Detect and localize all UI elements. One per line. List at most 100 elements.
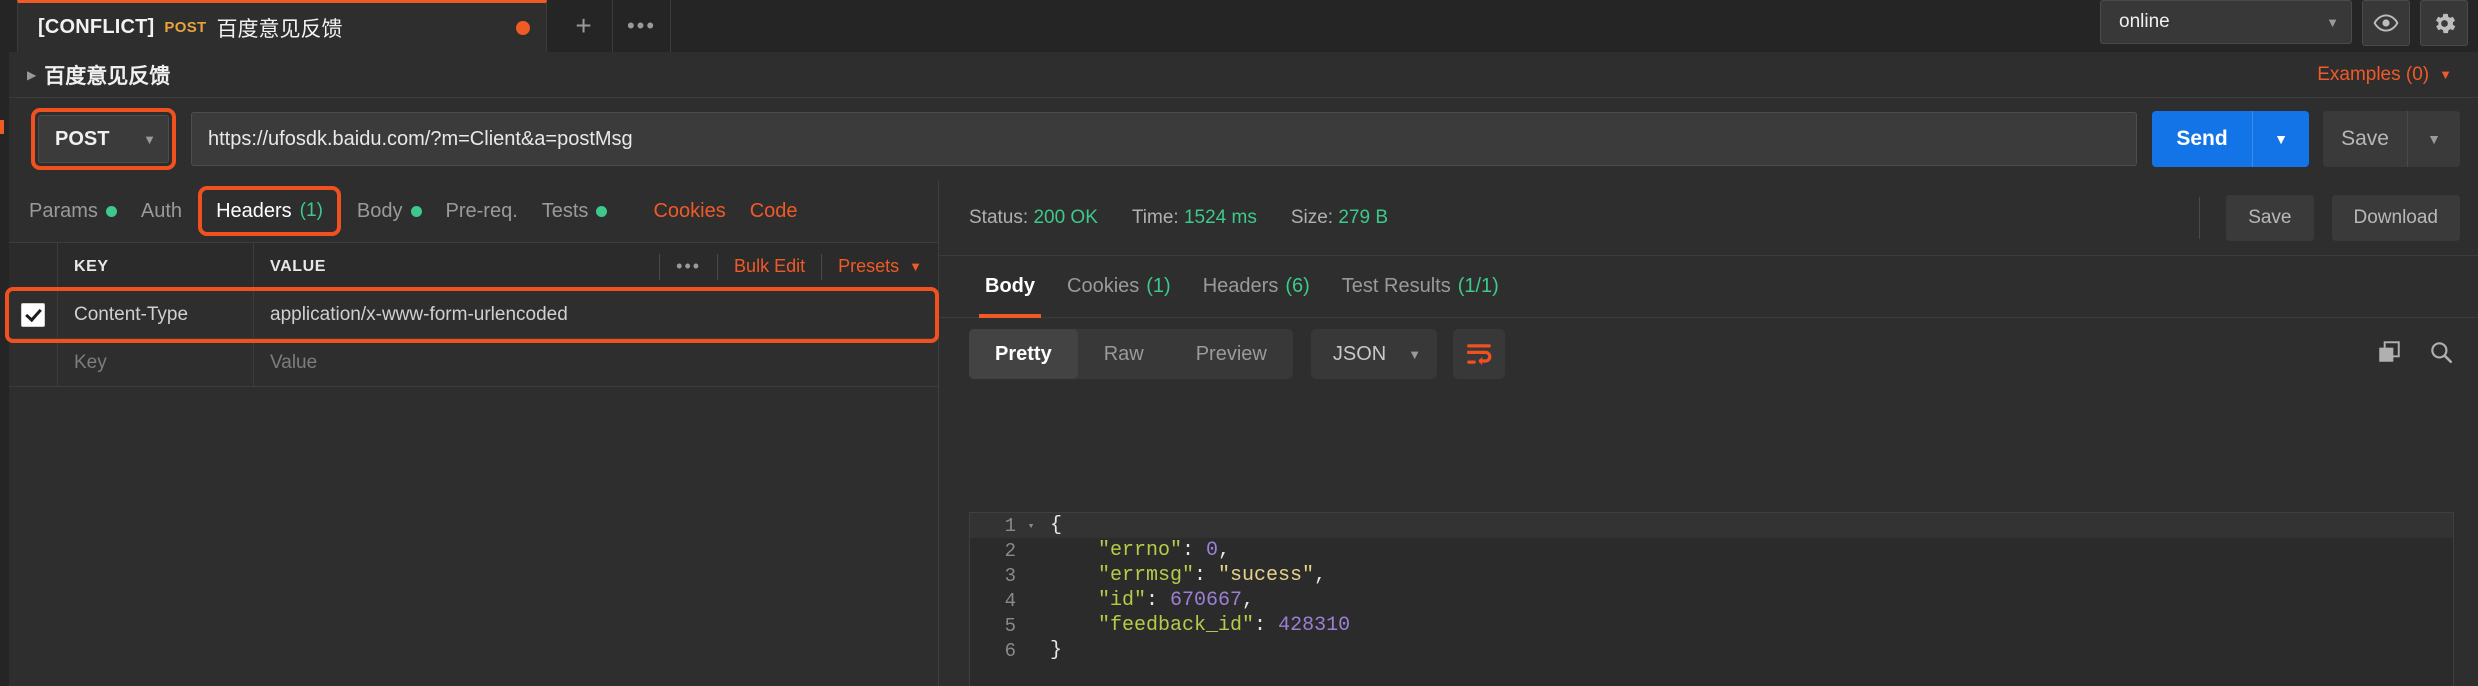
code-line-text: "feedback_id": 428310 xyxy=(1040,614,1350,637)
code-token: { xyxy=(1050,514,1063,537)
line-number: 5 xyxy=(1004,614,1016,637)
word-wrap-button[interactable] xyxy=(1453,329,1506,379)
view-mode-raw[interactable]: Raw xyxy=(1078,329,1170,379)
chevron-down-icon: ▼ xyxy=(1408,346,1422,362)
tab-overflow-button[interactable]: ••• xyxy=(613,0,671,52)
chevron-down-icon: ▼ xyxy=(2326,14,2339,30)
send-button[interactable]: Send xyxy=(2152,111,2252,167)
chevron-right-icon[interactable]: ▶ xyxy=(27,68,36,82)
presets-dropdown[interactable]: Presets ▼ xyxy=(821,253,938,280)
response-tab-cookies[interactable]: Cookies (1) xyxy=(1051,256,1187,318)
header-value-input[interactable]: application/x-www-form-urlencoded xyxy=(254,291,938,338)
request-tab-prereq[interactable]: Pre-req. xyxy=(434,180,530,242)
empty-row-checkbox-cell xyxy=(9,339,58,386)
save-response-button[interactable]: Save xyxy=(2226,194,2314,241)
plus-icon: + xyxy=(575,10,592,41)
send-button-group: Send ▼ xyxy=(2152,111,2309,167)
line-number: 4 xyxy=(1004,589,1016,612)
method-highlight-annotation: POST ▼ xyxy=(31,108,176,170)
request-tab-code[interactable]: Code xyxy=(738,180,810,242)
status-dot-icon xyxy=(105,205,117,217)
headers-table: KEY VALUE ••• Bulk Edit Presets ▼ Conten… xyxy=(5,243,939,387)
examples-label: Examples (0) xyxy=(2317,63,2430,85)
request-section-tabs: Params Auth Headers (1) Body Pre-req. Tests Coo… xyxy=(9,180,938,243)
column-header-value-label: VALUE xyxy=(270,257,327,275)
copy-response-button[interactable] xyxy=(2376,339,2402,370)
status-value: 200 OK xyxy=(1033,206,1098,228)
response-tab-body[interactable]: Body xyxy=(969,256,1051,318)
request-tab-tests[interactable]: Tests xyxy=(530,180,620,242)
request-tab-label: Body xyxy=(356,199,403,222)
new-header-value-input[interactable]: Value xyxy=(254,339,938,386)
response-body-viewer[interactable]: 1 ▾{2 "errno": 0, 3 "errmsg": "sucess", 4 "… xyxy=(969,512,2454,686)
code-token: "id" xyxy=(1050,589,1147,612)
line-number: 2 xyxy=(1004,539,1016,562)
code-token: "errno" xyxy=(1050,539,1183,562)
page-title: 百度意见反馈 xyxy=(44,64,171,88)
header-row-checkbox-cell[interactable] xyxy=(9,291,58,338)
header-enabled-checkbox[interactable] xyxy=(21,302,45,327)
search-response-button[interactable] xyxy=(2428,339,2454,370)
new-tab-button[interactable]: + xyxy=(555,0,613,52)
request-tab-headers[interactable]: Headers (1) xyxy=(198,186,341,236)
copy-icon xyxy=(2379,340,2400,362)
response-section-tabs: Body Cookies (1) Headers (6) Test Results (1/1… xyxy=(939,256,2478,318)
sidebar-active-indicator xyxy=(0,120,4,134)
http-method-select[interactable]: POST ▼ xyxy=(38,115,169,163)
ellipsis-icon: ••• xyxy=(626,13,657,38)
code-line-text: "id": 670667, xyxy=(1040,589,1254,612)
request-tab-params[interactable]: Params xyxy=(17,180,129,242)
code-line-text: "errno": 0, xyxy=(1040,539,1230,562)
save-options-button[interactable]: ▼ xyxy=(2407,111,2460,167)
table-row-empty[interactable]: Key Value xyxy=(9,339,938,387)
code-line-text: { xyxy=(1040,514,1062,537)
code-token: : xyxy=(1194,564,1219,587)
response-tab-testresults[interactable]: Test Results (1/1) xyxy=(1326,256,1515,318)
unsaved-dot-icon[interactable] xyxy=(516,20,530,35)
request-tab-baidu-feedback[interactable]: [CONFLICT] POST 百度意见反馈 xyxy=(17,0,547,52)
fold-toggle-icon[interactable]: ▾ xyxy=(1022,519,1040,533)
response-format-select[interactable]: JSON ▼ xyxy=(1310,329,1438,379)
request-tab-auth[interactable]: Auth xyxy=(129,180,194,242)
header-key-input[interactable]: Content-Type xyxy=(58,291,254,338)
request-tab-cookies[interactable]: Cookies xyxy=(641,180,737,242)
response-tab-headers[interactable]: Headers (6) xyxy=(1187,256,1326,318)
response-tab-count: (1) xyxy=(1146,275,1171,297)
response-status-bar: Status: 200 OK Time: 1524 ms Size: 279 B… xyxy=(939,180,2478,256)
headers-more-button[interactable]: ••• xyxy=(659,253,717,280)
send-label: Send xyxy=(2176,127,2228,150)
environment-select[interactable]: online ▼ xyxy=(2100,0,2352,44)
bulk-edit-button[interactable]: Bulk Edit xyxy=(717,253,821,280)
settings-button[interactable] xyxy=(2420,0,2468,46)
gear-icon xyxy=(2435,13,2455,33)
http-method-label: POST xyxy=(55,127,110,150)
url-input[interactable]: https://ufosdk.baidu.com/?m=Client&a=pos… xyxy=(191,112,2137,166)
code-token: , xyxy=(1314,564,1327,587)
code-line-text: "errmsg": "sucess", xyxy=(1040,564,1326,587)
response-tab-label: Cookies xyxy=(1067,275,1140,297)
code-line: 1 ▾ { xyxy=(970,513,2453,538)
send-options-button[interactable]: ▼ xyxy=(2252,111,2309,167)
table-row[interactable]: Content-Type application/x-www-form-urle… xyxy=(9,291,938,339)
url-bar: POST ▼ https://ufosdk.baidu.com/?m=Clien… xyxy=(9,98,2478,180)
download-response-button[interactable]: Download xyxy=(2331,194,2460,241)
headers-table-header-row: KEY VALUE ••• Bulk Edit Presets ▼ xyxy=(9,243,938,291)
chevron-down-icon: ▼ xyxy=(2427,131,2441,147)
request-pane: Params Auth Headers (1) Body Pre-req. Tests Coo… xyxy=(5,180,939,686)
request-tab-body[interactable]: Body xyxy=(345,180,434,242)
response-actions: Save Download xyxy=(2199,194,2460,241)
save-request-button[interactable]: Save xyxy=(2323,111,2407,167)
line-number: 1 xyxy=(1004,514,1016,537)
new-header-key-input[interactable]: Key xyxy=(58,339,254,386)
examples-dropdown[interactable]: Examples (0) ▼ xyxy=(2317,64,2452,86)
response-tab-label: Headers xyxy=(1202,275,1279,297)
view-mode-pretty[interactable]: Pretty xyxy=(969,329,1078,379)
code-token: 670667 xyxy=(1170,589,1243,612)
request-tab-label: Headers xyxy=(216,199,292,222)
divider xyxy=(2199,196,2201,239)
environment-quick-look-button[interactable] xyxy=(2362,0,2410,46)
size-label: Size: xyxy=(1290,206,1334,228)
code-token: , xyxy=(1242,589,1255,612)
view-mode-preview[interactable]: Preview xyxy=(1170,329,1293,379)
url-text: https://ufosdk.baidu.com/?m=Client&a=pos… xyxy=(208,127,633,150)
